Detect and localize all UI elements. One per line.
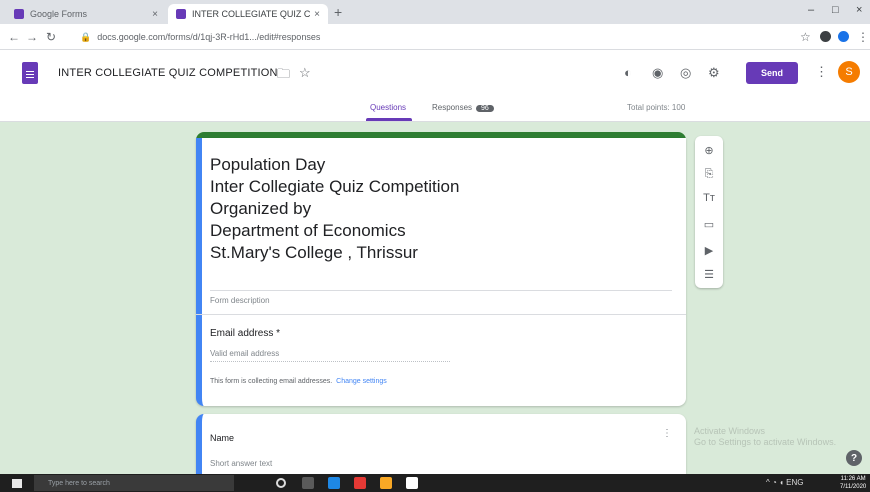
active-tab-indicator bbox=[366, 118, 412, 121]
question-toolbar: ⊕ ⎘ Tт ▭ ▶ ☰ bbox=[695, 136, 723, 288]
bookmark-star-icon[interactable]: ☆ bbox=[800, 30, 811, 44]
responses-count-badge: 96 bbox=[476, 105, 494, 112]
title-line: St.Mary's College , Thrissur bbox=[210, 243, 418, 262]
collecting-email-text: This form is collecting email addresses. bbox=[210, 378, 333, 385]
extension-icon[interactable] bbox=[820, 31, 831, 42]
lock-icon: 🔒 bbox=[80, 31, 92, 42]
windows-taskbar: Type here to search ^ ◔ ◖ ENG 11:26 AM 7… bbox=[0, 474, 870, 492]
add-question-icon[interactable]: ⊕ bbox=[703, 144, 715, 157]
minimize-button[interactable]: – bbox=[808, 4, 814, 16]
browser-tab-bar: Google Forms × INTER COLLEGIATE QUIZ COM… bbox=[0, 0, 870, 24]
file-explorer-icon[interactable] bbox=[380, 477, 392, 489]
add-video-icon[interactable]: ▶ bbox=[703, 244, 715, 257]
close-window-button[interactable]: × bbox=[856, 4, 862, 16]
title-line: Population Day bbox=[210, 155, 326, 174]
email-field[interactable]: Valid email address bbox=[210, 349, 450, 362]
volume-icon[interactable]: ◖ bbox=[779, 478, 784, 487]
form-title[interactable]: Population Day Inter Collegiate Quiz Com… bbox=[210, 154, 680, 264]
title-divider bbox=[210, 290, 672, 291]
help-icon[interactable]: ? bbox=[846, 450, 862, 466]
tray-arrow-icon[interactable]: ^ bbox=[766, 478, 770, 487]
browser-tab-label: INTER COLLEGIATE QUIZ COMPE bbox=[192, 9, 311, 19]
total-points: Total points: 100 bbox=[627, 103, 686, 112]
title-line: Inter Collegiate Quiz Competition bbox=[210, 177, 460, 196]
system-tray: ^ ◔ ◖ ENG bbox=[766, 478, 804, 487]
windows-start-icon[interactable] bbox=[12, 479, 22, 488]
taskbar-search-input[interactable]: Type here to search bbox=[34, 475, 234, 491]
folder-icon[interactable]: 🗀 bbox=[277, 65, 290, 87]
browser-tab-label: Google Forms bbox=[30, 9, 88, 19]
collecting-email-note: This form is collecting email addresses.… bbox=[210, 378, 387, 385]
watermark-line1: Activate Windows bbox=[694, 426, 766, 436]
cortana-icon[interactable] bbox=[276, 478, 286, 488]
close-tab-icon[interactable]: × bbox=[314, 9, 320, 20]
close-tab-icon[interactable]: × bbox=[152, 9, 158, 20]
question-card[interactable]: Name ⋮ Short answer text bbox=[196, 414, 686, 474]
task-view-icon[interactable] bbox=[302, 477, 314, 489]
avatar[interactable]: S bbox=[838, 61, 860, 83]
question-title[interactable]: Name bbox=[210, 433, 234, 443]
star-icon[interactable]: ☆ bbox=[299, 65, 311, 81]
google-forms-favicon-icon bbox=[176, 9, 186, 19]
more-options-icon[interactable]: ⋮ bbox=[815, 64, 828, 80]
import-questions-icon[interactable]: ⎘ bbox=[703, 168, 715, 181]
title-line: Organized by bbox=[210, 199, 312, 218]
short-answer-field: Short answer text bbox=[210, 459, 273, 468]
tab-questions[interactable]: Questions bbox=[370, 103, 406, 112]
preview-icon[interactable]: ◉ bbox=[652, 65, 663, 81]
clock-time: 11:26 AM bbox=[840, 476, 866, 482]
activate-windows-watermark: Activate Windows Go to Settings to activ… bbox=[694, 426, 836, 448]
form-title-card[interactable]: Population Day Inter Collegiate Quiz Com… bbox=[196, 138, 686, 406]
reload-icon[interactable]: ↻ bbox=[46, 30, 56, 44]
title-line: Department of Economics bbox=[210, 221, 406, 240]
language-indicator[interactable]: ENG bbox=[786, 478, 803, 487]
form-description-field[interactable]: Form description bbox=[210, 296, 270, 305]
tab-responses[interactable]: Responses 96 bbox=[432, 103, 494, 112]
settings-gear-icon[interactable]: ⚙ bbox=[708, 65, 720, 81]
add-title-icon[interactable]: Tт bbox=[703, 192, 715, 204]
browser-menu-icon[interactable]: ⋮ bbox=[857, 30, 869, 44]
forward-arrow-icon[interactable]: → bbox=[26, 30, 38, 44]
maximize-button[interactable]: □ bbox=[832, 4, 839, 16]
chrome-icon[interactable] bbox=[354, 477, 366, 489]
forms-logo-icon[interactable] bbox=[22, 62, 38, 84]
send-button[interactable]: Send bbox=[746, 62, 798, 84]
clock-date: 7/11/2020 bbox=[840, 484, 867, 490]
browser-tab-google-forms[interactable]: Google Forms × bbox=[6, 4, 166, 24]
tab-responses-label: Responses bbox=[432, 103, 473, 112]
drag-handle-icon[interactable]: ⋮ bbox=[662, 428, 672, 439]
add-image-icon[interactable]: ▭ bbox=[703, 218, 715, 231]
back-arrow-icon[interactable]: ← bbox=[8, 30, 20, 44]
edge-browser-icon[interactable] bbox=[328, 477, 340, 489]
forms-header: INTER COLLEGIATE QUIZ COMPETITION 🗀 ☆ ◐ … bbox=[0, 50, 870, 122]
url-field[interactable]: 🔒 docs.google.com/forms/d/1qj-3R-rHd1...… bbox=[80, 28, 780, 46]
browser-tab-quiz[interactable]: INTER COLLEGIATE QUIZ COMPE × bbox=[168, 4, 328, 24]
store-icon[interactable] bbox=[406, 477, 418, 489]
change-settings-link[interactable]: Change settings bbox=[336, 378, 387, 385]
extension-icon[interactable] bbox=[838, 31, 849, 42]
new-tab-button[interactable]: + bbox=[334, 4, 342, 20]
form-tabs: Questions Responses 96 Total points: 100 bbox=[0, 97, 870, 121]
google-forms-favicon-icon bbox=[14, 9, 24, 19]
taskbar-clock[interactable]: 11:26 AM 7/11/2020 bbox=[840, 475, 866, 491]
customize-theme-icon[interactable]: ◐ bbox=[624, 65, 632, 80]
url-text: docs.google.com/forms/d/1qj-3R-rHd1.../e… bbox=[97, 32, 321, 42]
network-icon[interactable]: ◔ bbox=[772, 478, 777, 487]
watermark-line2: Go to Settings to activate Windows. bbox=[694, 437, 837, 447]
email-question-label: Email address * bbox=[210, 328, 281, 339]
document-title[interactable]: INTER COLLEGIATE QUIZ COMPETITION bbox=[58, 67, 278, 79]
eye-icon[interactable]: ◎ bbox=[680, 65, 691, 81]
add-section-icon[interactable]: ☰ bbox=[703, 268, 715, 281]
section-divider bbox=[196, 314, 686, 315]
address-bar-row: ← → ↻ 🔒 docs.google.com/forms/d/1qj-3R-r… bbox=[0, 24, 870, 50]
